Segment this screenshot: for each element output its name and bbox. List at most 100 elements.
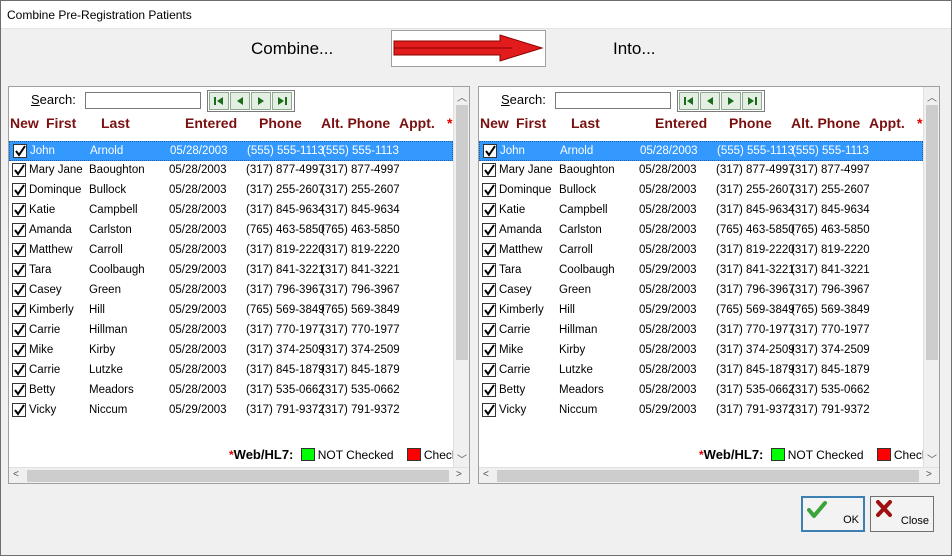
row-checkbox[interactable] [483,144,497,158]
col-entered[interactable]: Entered [655,115,707,131]
scroll-down-icon[interactable]: ﹀ [457,451,467,466]
row-checkbox[interactable] [12,303,26,317]
row-checkbox[interactable] [12,283,26,297]
horizontal-scrollbar[interactable]: < > [479,467,939,483]
next-record-icon[interactable] [721,92,741,110]
horizontal-scroll-thumb[interactable] [27,470,449,482]
row-checkbox[interactable] [482,323,496,337]
scroll-down-icon[interactable]: ﹀ [927,451,937,466]
ok-button[interactable]: OK [801,496,865,532]
table-row[interactable]: Katie Campbell 05/28/2003 (317) 845-9634 (31… [9,201,453,221]
row-checkbox[interactable] [482,403,496,417]
col-phone[interactable]: Phone [729,115,772,131]
table-row[interactable]: Dominque Bullock 05/28/2003 (317) 255-2607(… [9,181,453,201]
table-row[interactable]: Vicky Niccum 05/29/2003 (317) 791-9372 (317)… [9,401,453,421]
table-row[interactable]: Carrie Hillman 05/28/2003 (317) 770-1977 (31… [9,321,453,341]
horizontal-scrollbar[interactable]: < > [9,467,469,483]
table-row[interactable]: Mike Kirby 05/28/2003 (317) 374-2509 (317) 3… [9,341,453,361]
row-checkbox[interactable] [12,243,26,257]
scroll-right-icon[interactable]: > [456,469,462,480]
vertical-scrollbar[interactable]: ︿ ﹀ [923,87,939,467]
table-row[interactable]: Dominque Bullock 05/28/2003 (317) 255-2607(… [479,181,923,201]
col-alt-phone[interactable]: Alt. Phone [791,115,860,131]
last-record-icon[interactable] [742,92,762,110]
scroll-left-icon[interactable]: < [483,469,489,480]
row-checkbox[interactable] [482,243,496,257]
row-checkbox[interactable] [12,383,26,397]
row-checkbox[interactable] [12,223,26,237]
col-last[interactable]: Last [101,115,130,131]
row-checkbox[interactable] [13,144,27,158]
scroll-right-icon[interactable]: > [926,469,932,480]
col-new[interactable]: New [10,115,39,131]
col-appt[interactable]: Appt. [869,115,905,131]
col-web-flag[interactable]: * [917,115,922,131]
prev-record-icon[interactable] [230,92,250,110]
table-row[interactable]: Tara Coolbaugh 05/29/2003 (317) 841-3221 (31… [479,261,923,281]
table-row[interactable]: Carrie Lutzke 05/28/2003 (317) 845-1879 (317… [9,361,453,381]
close-button[interactable]: Close [870,496,934,532]
table-row[interactable]: Kimberly Hill 05/29/2003 (765) 569-3849 (765… [479,301,923,321]
row-checkbox[interactable] [482,183,496,197]
next-record-icon[interactable] [251,92,271,110]
col-entered[interactable]: Entered [185,115,237,131]
scroll-left-icon[interactable]: < [13,469,19,480]
table-row[interactable]: John Arnold 05/28/2003 (555) 555-1113 (555) … [9,141,453,161]
first-record-icon[interactable] [209,92,229,110]
table-row[interactable]: John Arnold 05/28/2003 (555) 555-1113 (555) … [479,141,923,161]
table-row[interactable]: Carrie Hillman 05/28/2003 (317) 770-1977 (31… [479,321,923,341]
col-first[interactable]: First [516,115,546,131]
table-row[interactable]: Matthew Carroll 05/28/2003 (317) 819-2220 (3… [9,241,453,261]
col-appt[interactable]: Appt. [399,115,435,131]
row-checkbox[interactable] [482,363,496,377]
row-checkbox[interactable] [482,283,496,297]
scroll-up-icon[interactable]: ︿ [457,89,467,104]
col-phone[interactable]: Phone [259,115,302,131]
table-row[interactable]: Tara Coolbaugh 05/29/2003 (317) 841-3221 (31… [9,261,453,281]
row-checkbox[interactable] [482,203,496,217]
table-row[interactable]: Betty Meadors 05/28/2003 (317) 535-0662 (317… [9,381,453,401]
search-input[interactable] [555,92,671,109]
row-checkbox[interactable] [12,183,26,197]
table-row[interactable]: Amanda Carlston 05/28/2003 (765) 463-5850 (7… [479,221,923,241]
table-row[interactable]: Kimberly Hill 05/29/2003 (765) 569-3849 (765… [9,301,453,321]
prev-record-icon[interactable] [700,92,720,110]
table-row[interactable]: Matthew Carroll 05/28/2003 (317) 819-2220 (3… [479,241,923,261]
row-checkbox[interactable] [12,363,26,377]
row-checkbox[interactable] [12,203,26,217]
col-first[interactable]: First [46,115,76,131]
col-new[interactable]: New [480,115,509,131]
col-last[interactable]: Last [571,115,600,131]
table-row[interactable]: Amanda Carlston 05/28/2003 (765) 463-5850 (7… [9,221,453,241]
row-checkbox[interactable] [482,303,496,317]
row-checkbox[interactable] [12,163,26,177]
search-input[interactable] [85,92,201,109]
table-row[interactable]: Katie Campbell 05/28/2003 (317) 845-9634 (31… [479,201,923,221]
row-checkbox[interactable] [482,263,496,277]
last-record-icon[interactable] [272,92,292,110]
vertical-scrollbar[interactable]: ︿ ﹀ [453,87,469,467]
table-row[interactable]: Mike Kirby 05/28/2003 (317) 374-2509 (317) 3… [479,341,923,361]
table-row[interactable]: Betty Meadors 05/28/2003 (317) 535-0662 (317… [479,381,923,401]
table-row[interactable]: Carrie Lutzke 05/28/2003 (317) 845-1879 (317… [479,361,923,381]
table-row[interactable]: Mary Jane Baoughton 05/28/2003 (317) 877-49… [479,161,923,181]
scroll-up-icon[interactable]: ︿ [927,89,937,104]
row-checkbox[interactable] [12,343,26,357]
row-checkbox[interactable] [482,163,496,177]
horizontal-scroll-thumb[interactable] [497,470,919,482]
vertical-scroll-thumb[interactable] [926,105,938,360]
row-checkbox[interactable] [12,323,26,337]
col-web-flag[interactable]: * [447,115,452,131]
table-row[interactable]: Vicky Niccum 05/29/2003 (317) 791-9372 (317)… [479,401,923,421]
table-row[interactable]: Casey Green 05/28/2003 (317) 796-3967 (317) … [479,281,923,301]
table-row[interactable]: Casey Green 05/28/2003 (317) 796-3967 (317) … [9,281,453,301]
row-checkbox[interactable] [482,223,496,237]
col-alt-phone[interactable]: Alt. Phone [321,115,390,131]
row-checkbox[interactable] [482,343,496,357]
row-checkbox[interactable] [12,263,26,277]
row-checkbox[interactable] [482,383,496,397]
vertical-scroll-thumb[interactable] [456,105,468,360]
first-record-icon[interactable] [679,92,699,110]
row-checkbox[interactable] [12,403,26,417]
table-row[interactable]: Mary Jane Baoughton 05/28/2003 (317) 877-49… [9,161,453,181]
